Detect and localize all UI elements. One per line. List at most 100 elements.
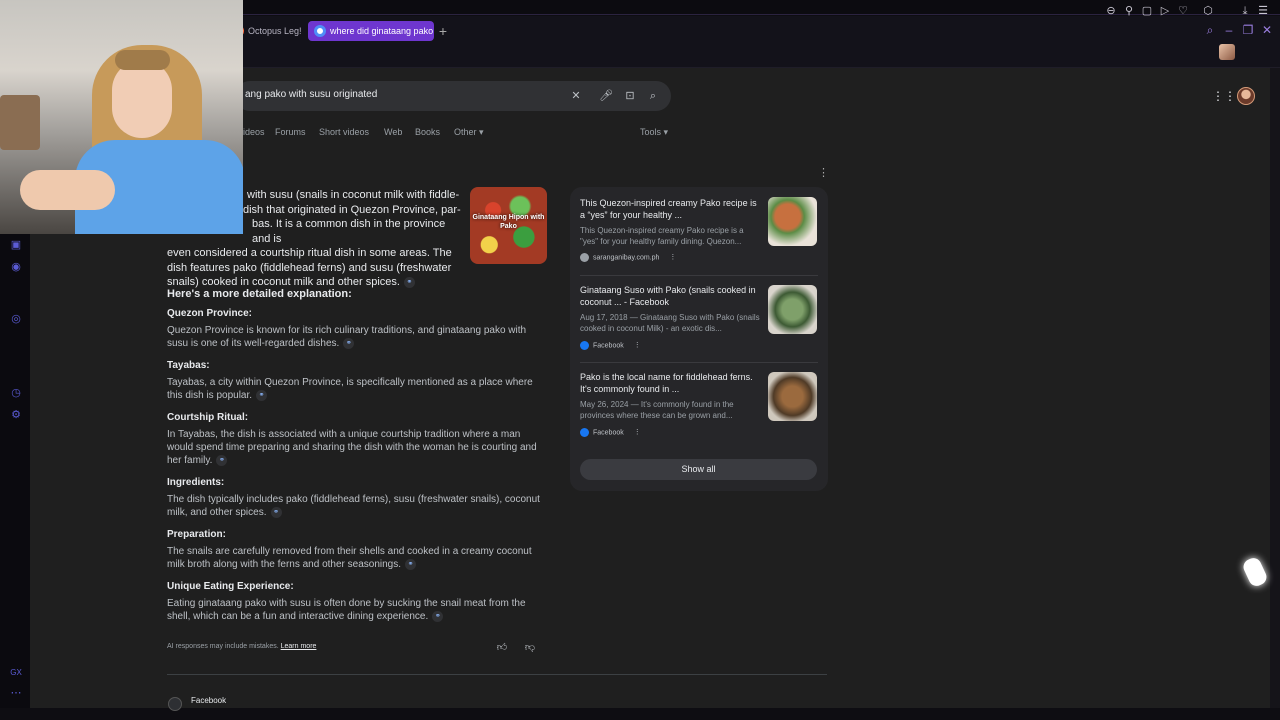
minimize-icon[interactable]: – [1222, 22, 1236, 38]
section-body: The snails are carefully removed from th… [167, 545, 547, 571]
new-tab-button[interactable]: + [437, 21, 449, 41]
facebook-icon [580, 428, 589, 437]
source-site: saranganibay.com.ph ⋮ [580, 253, 676, 262]
gx-icon[interactable]: GX [9, 666, 23, 680]
citation-link-icon[interactable]: ⚭ [432, 610, 444, 622]
results-divider [167, 674, 827, 675]
heart-icon[interactable]: ♡ [1176, 4, 1190, 18]
webcam-overlay [0, 0, 243, 234]
menu-icon[interactable]: ☰ [1256, 4, 1270, 18]
disclaimer-text: AI responses may include mistakes. [167, 643, 279, 650]
player-icon[interactable]: ▷ [1158, 4, 1172, 18]
thumbs-up-icon[interactable]: 👍︎ [496, 642, 508, 654]
overview-options-icon[interactable]: ⋮ [818, 166, 829, 179]
source-title[interactable]: Ginataang Suso with Pako (snails cooked … [580, 285, 764, 308]
filter-books[interactable]: Books [415, 127, 440, 137]
source-site: Facebook ⋮ [580, 341, 641, 350]
intro-line: even considered a courtship ritual dish … [167, 247, 452, 259]
section-title: Tayabas: [167, 360, 210, 371]
source-site: Facebook ⋮ [580, 428, 641, 437]
apps-grid-icon[interactable]: ⋮⋮ [1212, 89, 1236, 103]
extensions-icon[interactable]: ⬡ [1201, 4, 1215, 18]
source-title[interactable]: Pako is the local name for fiddlehead fe… [580, 372, 764, 395]
citation-link-icon[interactable]: ⚭ [405, 558, 417, 570]
zoom-icon[interactable]: ⊖ [1104, 4, 1118, 18]
twitch-icon[interactable]: ▣ [9, 238, 23, 252]
section-body: Quezon Province is known for its rich cu… [167, 324, 547, 350]
filter-short-videos[interactable]: Short videos [319, 127, 369, 137]
citation-link-icon[interactable]: ⚭ [216, 454, 228, 466]
learn-more-link[interactable]: Learn more [281, 643, 317, 650]
filter-forums[interactable]: Forums [275, 127, 306, 137]
source-options-icon[interactable]: ⋮ [634, 429, 641, 436]
card-divider [580, 362, 818, 363]
source-thumbnail[interactable] [768, 285, 817, 334]
webcam-person-face [112, 60, 172, 138]
source-name: saranganibay.com.ph [593, 254, 660, 262]
source-title[interactable]: This Quezon-inspired creamy Pako recipe … [580, 198, 764, 221]
source-options-icon[interactable]: ⋮ [669, 254, 676, 261]
discord-icon[interactable]: ◉ [9, 260, 23, 274]
source-thumbnail[interactable] [768, 197, 817, 246]
citation-link-icon[interactable]: ⚭ [343, 337, 355, 349]
search-tabs-icon[interactable]: ⌕ [1203, 22, 1217, 38]
citation-link-icon[interactable]: ⚭ [403, 276, 415, 288]
tab-search-active[interactable]: where did ginataang pako [308, 21, 434, 41]
download-icon[interactable]: ⤓ [1238, 4, 1252, 18]
section-body: Tayabas, a city within Quezon Province, … [167, 376, 547, 402]
site-favicon-icon [580, 253, 589, 262]
webcam-person-arm [20, 170, 115, 210]
section-title: Preparation: [167, 529, 226, 540]
section-body: The dish typically includes pako (fiddle… [167, 493, 547, 519]
section-text: The dish typically includes pako (fiddle… [167, 494, 540, 518]
section-text: Eating ginataang pako with susu is often… [167, 598, 526, 622]
section-text: Tayabas, a city within Quezon Province, … [167, 377, 533, 401]
filter-videos[interactable]: ideos [243, 127, 265, 137]
microphone-icon[interactable]: 🎤︎ [599, 89, 613, 103]
dish-image-caption: Ginataang Hipon with Pako [472, 214, 545, 230]
section-title: Ingredients: [167, 477, 225, 488]
clear-search-icon[interactable]: ✕ [569, 89, 583, 103]
ai-disclaimer: AI responses may include mistakes. Learn… [167, 643, 316, 650]
source-options-icon[interactable]: ⋮ [634, 342, 641, 349]
page-scrollbar[interactable] [1270, 68, 1280, 708]
snapshot-icon[interactable]: ▢ [1140, 4, 1154, 18]
more-icon[interactable]: ⋯ [9, 686, 23, 700]
facebook-icon [580, 341, 589, 350]
source-snippet: May 26, 2024 — It's commonly found in th… [580, 400, 734, 420]
tab-label: where did ginataang pako [330, 26, 434, 36]
history-icon[interactable]: ◷ [9, 386, 23, 400]
filter-other[interactable]: Other ▾ [454, 127, 484, 138]
source-thumbnail[interactable] [768, 372, 817, 421]
section-text: The snails are carefully removed from th… [167, 546, 532, 570]
source-snippet: This Quezon-inspired creamy Pako recipe … [580, 226, 744, 246]
close-window-icon[interactable]: ✕ [1260, 22, 1274, 38]
section-body: Eating ginataang pako with susu is often… [167, 597, 547, 623]
pin-icon[interactable]: ⚲ [1122, 4, 1136, 18]
section-title: Unique Eating Experience: [167, 581, 294, 592]
show-all-button[interactable]: Show all [580, 459, 817, 480]
thumbs-down-icon[interactable]: 👎︎ [524, 642, 536, 654]
citation-link-icon[interactable]: ⚭ [256, 389, 268, 401]
section-body: In Tayabas, the dish is associated with … [167, 428, 547, 467]
profile-avatar[interactable] [1219, 44, 1235, 60]
tools-button[interactable]: Tools ▾ [640, 127, 668, 138]
search-icon[interactable]: ⌕ [646, 89, 660, 103]
player-sidebar-icon[interactable]: ◎ [9, 312, 23, 326]
account-avatar[interactable] [1237, 87, 1255, 105]
filter-web[interactable]: Web [384, 127, 402, 137]
dish-image[interactable]: Ginataang Hipon with Pako [470, 187, 547, 264]
section-title: Quezon Province: [167, 308, 253, 319]
lens-icon[interactable]: ⊡ [623, 89, 637, 103]
settings-icon[interactable]: ⚙ [9, 408, 23, 422]
search-query-text: ang pako with susu originated [245, 89, 378, 100]
citation-link-icon[interactable]: ⚭ [270, 506, 282, 518]
tab-label: Octopus Leg! M [248, 26, 302, 36]
google-favicon-icon [314, 25, 326, 37]
result-source[interactable]: Facebook [191, 696, 226, 705]
result-favicon-icon [168, 697, 182, 711]
webcam-background-object [0, 95, 40, 150]
source-name: Facebook [593, 429, 624, 437]
maximize-icon[interactable]: ❐ [1241, 22, 1255, 38]
explanation-heading: Here's a more detailed explanation: [167, 288, 352, 300]
